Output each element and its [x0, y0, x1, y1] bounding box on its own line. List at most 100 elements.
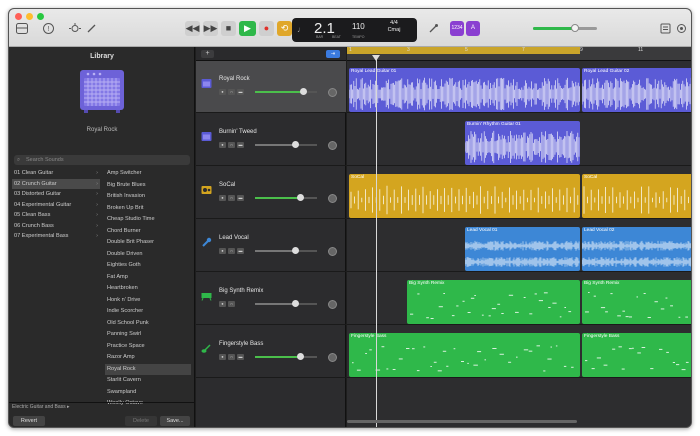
save-button[interactable]: Save...: [160, 416, 190, 426]
track-name[interactable]: Burnin' Tweed: [219, 129, 257, 135]
drummer-region[interactable]: SoCal: [582, 174, 691, 218]
track-name[interactable]: Big Synth Remix: [219, 288, 263, 294]
category-item[interactable]: 06 Crunch Bass ›: [12, 221, 100, 232]
track-header[interactable]: Big Synth Remix ● ∩: [196, 273, 346, 325]
headphones-icon[interactable]: ∩: [228, 248, 235, 254]
fast-forward-button[interactable]: ▶▶: [203, 21, 218, 36]
preset-item[interactable]: Broken Up Brit: [105, 203, 191, 215]
track-lane[interactable]: Lead Vocal 01 Lead Vocal 02: [347, 220, 691, 272]
input-monitor-button[interactable]: ▬: [237, 195, 244, 201]
preset-item[interactable]: Cheap Studio Time: [105, 214, 191, 226]
pan-knob[interactable]: [328, 141, 337, 150]
notepad-icon[interactable]: [659, 23, 671, 35]
preset-item[interactable]: Honk n' Drive: [105, 295, 191, 307]
pan-knob[interactable]: [328, 300, 337, 309]
track-name[interactable]: Lead Vocal: [219, 235, 249, 241]
track-header[interactable]: Lead Vocal ● ∩ ▬: [196, 220, 346, 272]
audio-region[interactable]: Lead Vocal 01: [465, 227, 580, 271]
volume-knob[interactable]: [297, 353, 304, 360]
preset-item[interactable]: Big Brute Blues: [105, 180, 191, 192]
midi-region[interactable]: Fingerstyle Bass: [582, 333, 691, 377]
track-name[interactable]: Fingerstyle Bass: [219, 341, 263, 347]
pan-knob[interactable]: [328, 247, 337, 256]
volume-knob[interactable]: [297, 194, 304, 201]
input-monitor-button[interactable]: ▬: [237, 89, 244, 95]
zoom-button[interactable]: [37, 13, 44, 20]
track-header[interactable]: Burnin' Tweed ● ∩ ▬: [196, 114, 346, 166]
midi-region[interactable]: Fingerstyle Bass: [349, 333, 580, 377]
track-name[interactable]: SoCal: [219, 182, 235, 188]
help-icon[interactable]: !: [42, 23, 54, 35]
preset-item[interactable]: Starlit Cavern: [105, 375, 191, 387]
category-item[interactable]: 05 Clean Bass ›: [12, 210, 100, 221]
count-in-button[interactable]: 1234: [450, 21, 464, 36]
tuner-icon[interactable]: [427, 23, 439, 35]
input-monitor-button[interactable]: ▬: [237, 248, 244, 254]
library-icon[interactable]: [15, 23, 29, 35]
preset-item[interactable]: Royal Rock: [105, 363, 191, 375]
preset-item[interactable]: Fat Amp: [105, 272, 191, 284]
headphones-icon[interactable]: ∩: [228, 142, 235, 148]
add-track-button[interactable]: +: [201, 50, 214, 58]
track-lane[interactable]: Big Synth Remix Big Synth Remix: [347, 273, 691, 325]
preset-item[interactable]: Indie Scorcher: [105, 306, 191, 318]
preset-item[interactable]: Double Brit Phaser: [105, 237, 191, 249]
category-item[interactable]: 01 Clean Guitar ›: [12, 168, 100, 179]
audio-region[interactable]: Royal Lead Guitar 01: [349, 68, 580, 112]
track-header[interactable]: Fingerstyle Bass ● ∩ ▬: [196, 326, 346, 378]
volume-knob[interactable]: [300, 88, 307, 95]
drummer-region[interactable]: SoCal: [349, 174, 580, 218]
minimize-button[interactable]: [26, 13, 33, 20]
track-header[interactable]: SoCal ● ∩ ▬: [196, 167, 346, 219]
headphones-icon[interactable]: ∩: [228, 354, 235, 360]
horizontal-scrollbar[interactable]: [347, 420, 577, 423]
headphones-icon[interactable]: ∩: [228, 89, 235, 95]
mute-button[interactable]: ●: [219, 89, 226, 95]
track-volume-slider[interactable]: [255, 300, 317, 307]
volume-knob[interactable]: [292, 247, 299, 254]
mute-button[interactable]: ●: [219, 195, 226, 201]
pan-knob[interactable]: [328, 88, 337, 97]
track-lane[interactable]: Fingerstyle Bass Fingerstyle Bass: [347, 326, 691, 378]
timeline-area[interactable]: 1 3 5 7 9 11 Royal Lead Guitar 01 Royal …: [347, 47, 691, 427]
track-lane[interactable]: Burnin' Rhythm Guitar 01: [347, 114, 691, 166]
editors-icon[interactable]: [85, 23, 97, 35]
preset-item[interactable]: Heartbroken: [105, 283, 191, 295]
preset-item[interactable]: Swampland: [105, 387, 191, 399]
mute-button[interactable]: ●: [219, 142, 226, 148]
revert-button[interactable]: Revert: [13, 416, 45, 426]
preset-item[interactable]: British Invasion: [105, 191, 191, 203]
ruler[interactable]: 1 3 5 7 9 11: [347, 47, 691, 61]
preset-item[interactable]: Chord Burner: [105, 226, 191, 238]
headphones-icon[interactable]: ∩: [228, 301, 235, 307]
catch-playhead-button[interactable]: ⇥: [326, 50, 340, 58]
record-button[interactable]: ●: [259, 21, 274, 36]
loop-browser-icon[interactable]: [675, 23, 687, 35]
library-path[interactable]: Electric Guitar and Bass ▸: [12, 404, 70, 410]
preset-item[interactable]: Practice Space: [105, 341, 191, 353]
playhead[interactable]: [376, 59, 377, 427]
master-volume-knob[interactable]: [571, 24, 579, 32]
track-volume-slider[interactable]: [255, 141, 317, 148]
mute-button[interactable]: ●: [219, 354, 226, 360]
input-monitor-button[interactable]: ▬: [237, 142, 244, 148]
input-monitor-button[interactable]: ▬: [237, 354, 244, 360]
preset-item[interactable]: Eighties Goth: [105, 260, 191, 272]
smart-controls-icon[interactable]: [69, 23, 81, 35]
audio-region[interactable]: Burnin' Rhythm Guitar 01: [465, 121, 580, 165]
stop-button[interactable]: ■: [221, 21, 236, 36]
track-lane[interactable]: SoCal SoCal: [347, 167, 691, 219]
track-header[interactable]: Royal Rock ● ∩ ▬: [196, 61, 346, 113]
volume-knob[interactable]: [292, 141, 299, 148]
track-name[interactable]: Royal Rock: [219, 76, 250, 82]
metronome-button[interactable]: A: [466, 21, 480, 36]
lcd-display[interactable]: ♩ 2.1 BAR BEAT 110 TEMPO 4/4 Cmaj: [292, 18, 417, 42]
cycle-region[interactable]: [347, 47, 580, 54]
midi-region[interactable]: Big Synth Remix: [407, 280, 580, 324]
track-volume-slider[interactable]: [255, 247, 317, 254]
preset-item[interactable]: Amp Switcher: [105, 168, 191, 180]
track-lane[interactable]: Royal Lead Guitar 01 Royal Lead Guitar 0…: [347, 61, 691, 113]
category-item[interactable]: 04 Experimental Guitar ›: [12, 200, 100, 211]
preset-item[interactable]: Panning Swirl: [105, 329, 191, 341]
master-volume-slider[interactable]: [533, 24, 597, 32]
